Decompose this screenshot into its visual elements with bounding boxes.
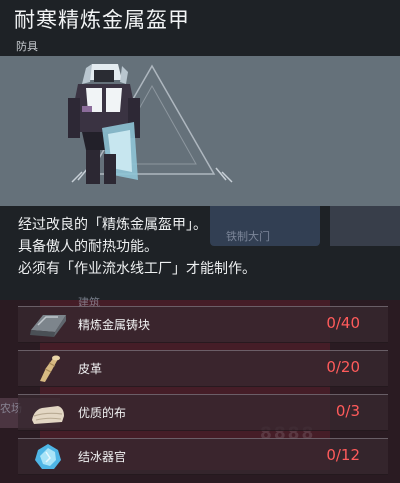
ingredient-row: 皮革 0/20 xyxy=(18,350,388,387)
ingredient-row: 结冰器官 0/12 xyxy=(18,438,388,475)
armor-model-icon xyxy=(68,64,140,184)
ingredient-name: 结冰器官 xyxy=(78,450,127,464)
ingredient-list: 精炼金属铸块 0/40 皮革 0/20 优质的布 0/3 结冰器官 0/12 xyxy=(18,306,388,482)
description-line: 经过改良的「精炼金属盔甲」。 xyxy=(18,217,207,233)
item-title: 耐寒精炼金属盔甲 xyxy=(14,8,190,32)
item-description: 经过改良的「精炼金属盔甲」。 具备傲人的耐热功能。 必须有「作业流水线工厂」才能… xyxy=(18,214,256,280)
ingredient-row: 优质的布 0/3 xyxy=(18,394,388,431)
item-preview xyxy=(0,56,400,206)
metal-ingot-icon xyxy=(30,315,66,337)
ingredient-name: 优质的布 xyxy=(78,406,127,420)
ingredient-name: 精炼金属铸块 xyxy=(78,318,151,332)
description-line: 必须有「作业流水线工厂」才能制作。 xyxy=(18,261,256,277)
fine-cloth-icon xyxy=(32,406,64,424)
frozen-organ-icon xyxy=(35,444,61,469)
ingredient-name: 皮革 xyxy=(78,362,103,376)
ingredient-row: 精炼金属铸块 0/40 xyxy=(18,306,388,343)
description-line: 具备傲人的耐热功能。 xyxy=(18,239,158,255)
ingredient-count: 0/40 xyxy=(326,314,360,332)
ingredient-count: 0/3 xyxy=(335,402,360,420)
preview-frame xyxy=(71,64,233,183)
item-category: 防具 xyxy=(16,40,38,53)
ingredient-count: 0/12 xyxy=(326,446,360,464)
ingredient-count: 0/20 xyxy=(326,358,360,376)
leather-icon xyxy=(40,355,60,382)
